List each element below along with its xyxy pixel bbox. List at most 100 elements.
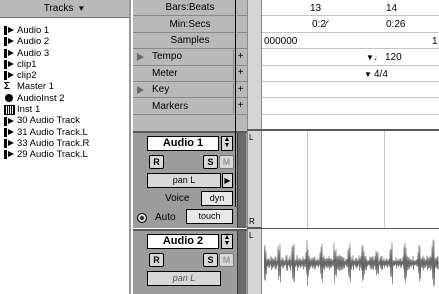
ruler-samples[interactable]: Samples (133, 33, 247, 50)
track-list-item-label: clip1 (17, 58, 37, 70)
ruler-markers[interactable]: Markers + (133, 98, 247, 115)
meter-marker-icon[interactable]: ▼ (364, 70, 372, 79)
automation-mode-selector[interactable]: touch (186, 209, 233, 224)
track-name-field[interactable]: Audio 1 (147, 136, 219, 151)
track-list-item[interactable]: AudioInst 2 (0, 93, 129, 104)
track-list: Audio 1Audio 2Audio 3clip1clip2Master 1A… (0, 18, 129, 161)
audio-waveform (264, 239, 439, 287)
track-list-item-label: 29 Audio Track.L (17, 149, 88, 161)
tracks-header-label: Tracks (43, 3, 74, 14)
tempo-marker-icon[interactable]: ▼♩ (366, 53, 382, 62)
markers-row (262, 98, 439, 115)
level-meter (237, 231, 246, 294)
channel-label-l: L (249, 231, 254, 240)
track-list-item[interactable]: 29 Audio Track.L (0, 149, 129, 160)
waveform-path (264, 239, 439, 287)
track-list-item-label: Audio 3 (17, 47, 50, 59)
edit-cursor-line (235, 0, 236, 207)
ruler-gutter (247, 0, 262, 294)
track-list-item-label: AudioInst 2 (17, 92, 65, 104)
track-playlist-audio-2[interactable]: L (249, 229, 439, 294)
audio-track-icon (4, 139, 15, 149)
aux-input-icon (4, 93, 15, 103)
track-stepper-icon[interactable]: ▲ ▼ (221, 234, 233, 249)
track-list-item[interactable]: 30 Audio Track (0, 115, 129, 126)
ruler-samples-label: Samples (170, 34, 210, 46)
pan-control[interactable]: pan L (147, 173, 221, 188)
ruler-timeline[interactable]: 13 14 0:2⁄ 0:26 000000 1 ▼♩ 120 ▼ 4/4 (262, 0, 439, 131)
mute-button[interactable]: M (219, 155, 234, 169)
track-list-panel: Tracks ▼ Audio 1 Audio 2 Audio 3 clip1 clip2… (0, 0, 131, 294)
track-name-field[interactable]: Audio 2 (147, 234, 219, 249)
track-playlist-audio-1[interactable]: L R (249, 131, 439, 228)
track-list-item-label: Audio 1 (17, 25, 50, 36)
bar-13-label: 13 (310, 3, 322, 14)
track-list-item[interactable]: clip1 (0, 59, 129, 70)
auto-label: Auto (155, 212, 176, 223)
record-enable-button[interactable]: R (149, 253, 164, 267)
level-meter (237, 133, 246, 228)
master-fader-icon (4, 81, 15, 92)
ruler-empty (133, 115, 247, 131)
track-list-item[interactable]: Audio 1 (0, 25, 129, 36)
mute-button[interactable]: M (219, 253, 234, 267)
automation-enable-icon[interactable] (137, 213, 147, 223)
key-row (262, 82, 439, 99)
track-list-item[interactable]: Inst 1 (0, 104, 129, 116)
track-list-item[interactable]: Audio 2 (0, 36, 129, 47)
track-list-item-label: Audio 2 (17, 36, 50, 48)
pan-control[interactable]: pan L (147, 271, 221, 286)
pan-arrow-icon[interactable]: ▶ (222, 173, 233, 188)
audio-track-icon (4, 60, 15, 70)
bar-14-label: 14 (386, 3, 398, 14)
audio-track-icon (4, 26, 15, 36)
audio-track-icon (4, 150, 15, 160)
meter-value: 4/4 (374, 68, 388, 80)
track-list-item-label: 30 Audio Track (17, 115, 80, 127)
audio-track-icon (4, 37, 15, 47)
samples-mark-2: 1 (432, 35, 438, 47)
audio-track-icon (4, 48, 15, 58)
channel-label-r: R (249, 217, 255, 226)
record-enable-button[interactable]: R (149, 155, 164, 169)
track-list-item-label: Inst 1 (17, 104, 41, 116)
expand-triangle-icon[interactable] (137, 53, 144, 62)
ruler-key[interactable]: Key + (133, 82, 247, 99)
ruler-meter-label: Meter (152, 67, 178, 79)
ruler-min-secs[interactable]: Min:Secs (133, 16, 247, 33)
samples-row: 000000 1 (262, 33, 439, 50)
audio-track-icon (4, 71, 15, 81)
ruler-bars-beats[interactable]: Bars:Beats (133, 0, 247, 17)
track-stepper-icon[interactable]: ▲ ▼ (221, 136, 233, 151)
ruler-tempo[interactable]: Tempo + (133, 49, 247, 66)
track-list-item[interactable]: Audio 3 (0, 48, 129, 59)
track-list-item-label: 33 Audio Track.R (17, 137, 90, 149)
min-secs-row: 0:2⁄ 0:26 (262, 16, 439, 33)
audio-track-icon (4, 127, 15, 137)
track-list-item[interactable]: clip2 (0, 70, 129, 81)
track-list-item[interactable]: Master 1 (0, 81, 129, 93)
ruler-key-label: Key (152, 84, 170, 96)
ruler-meter[interactable]: Meter + (133, 66, 247, 82)
ruler-markers-label: Markers (152, 100, 189, 112)
track-panel-audio-1: Audio 1 ▲ ▼ R S M pan L ▶ Voice dyn Auto … (133, 131, 247, 228)
expand-triangle-icon[interactable] (137, 85, 144, 94)
tempo-row: ▼♩ 120 (262, 49, 439, 66)
solo-button[interactable]: S (203, 155, 218, 169)
track-list-item[interactable]: 31 Audio Track.L (0, 127, 129, 138)
meter-row: ▼ 4/4 (262, 66, 439, 82)
track-list-item-label: 31 Audio Track.L (17, 126, 88, 138)
track-list-item[interactable]: 33 Audio Track.R (0, 138, 129, 149)
voice-label: Voice (165, 193, 190, 204)
voice-selector[interactable]: dyn (201, 191, 233, 206)
audio-track-icon (4, 116, 15, 126)
min-secs-mark-1: 0:2⁄ (312, 19, 328, 31)
bar-gridline (307, 131, 308, 228)
solo-button[interactable]: S (203, 253, 218, 267)
channel-label-l: L (249, 133, 254, 142)
samples-mark-1: 000000 (264, 35, 298, 47)
tracks-header-button[interactable]: Tracks ▼ (0, 0, 129, 18)
bar-gridline (384, 131, 385, 228)
ruler-tempo-label: Tempo (152, 51, 183, 63)
ruler-labels: Bars:Beats Min:Secs Samples Tempo + Mete… (133, 0, 247, 131)
